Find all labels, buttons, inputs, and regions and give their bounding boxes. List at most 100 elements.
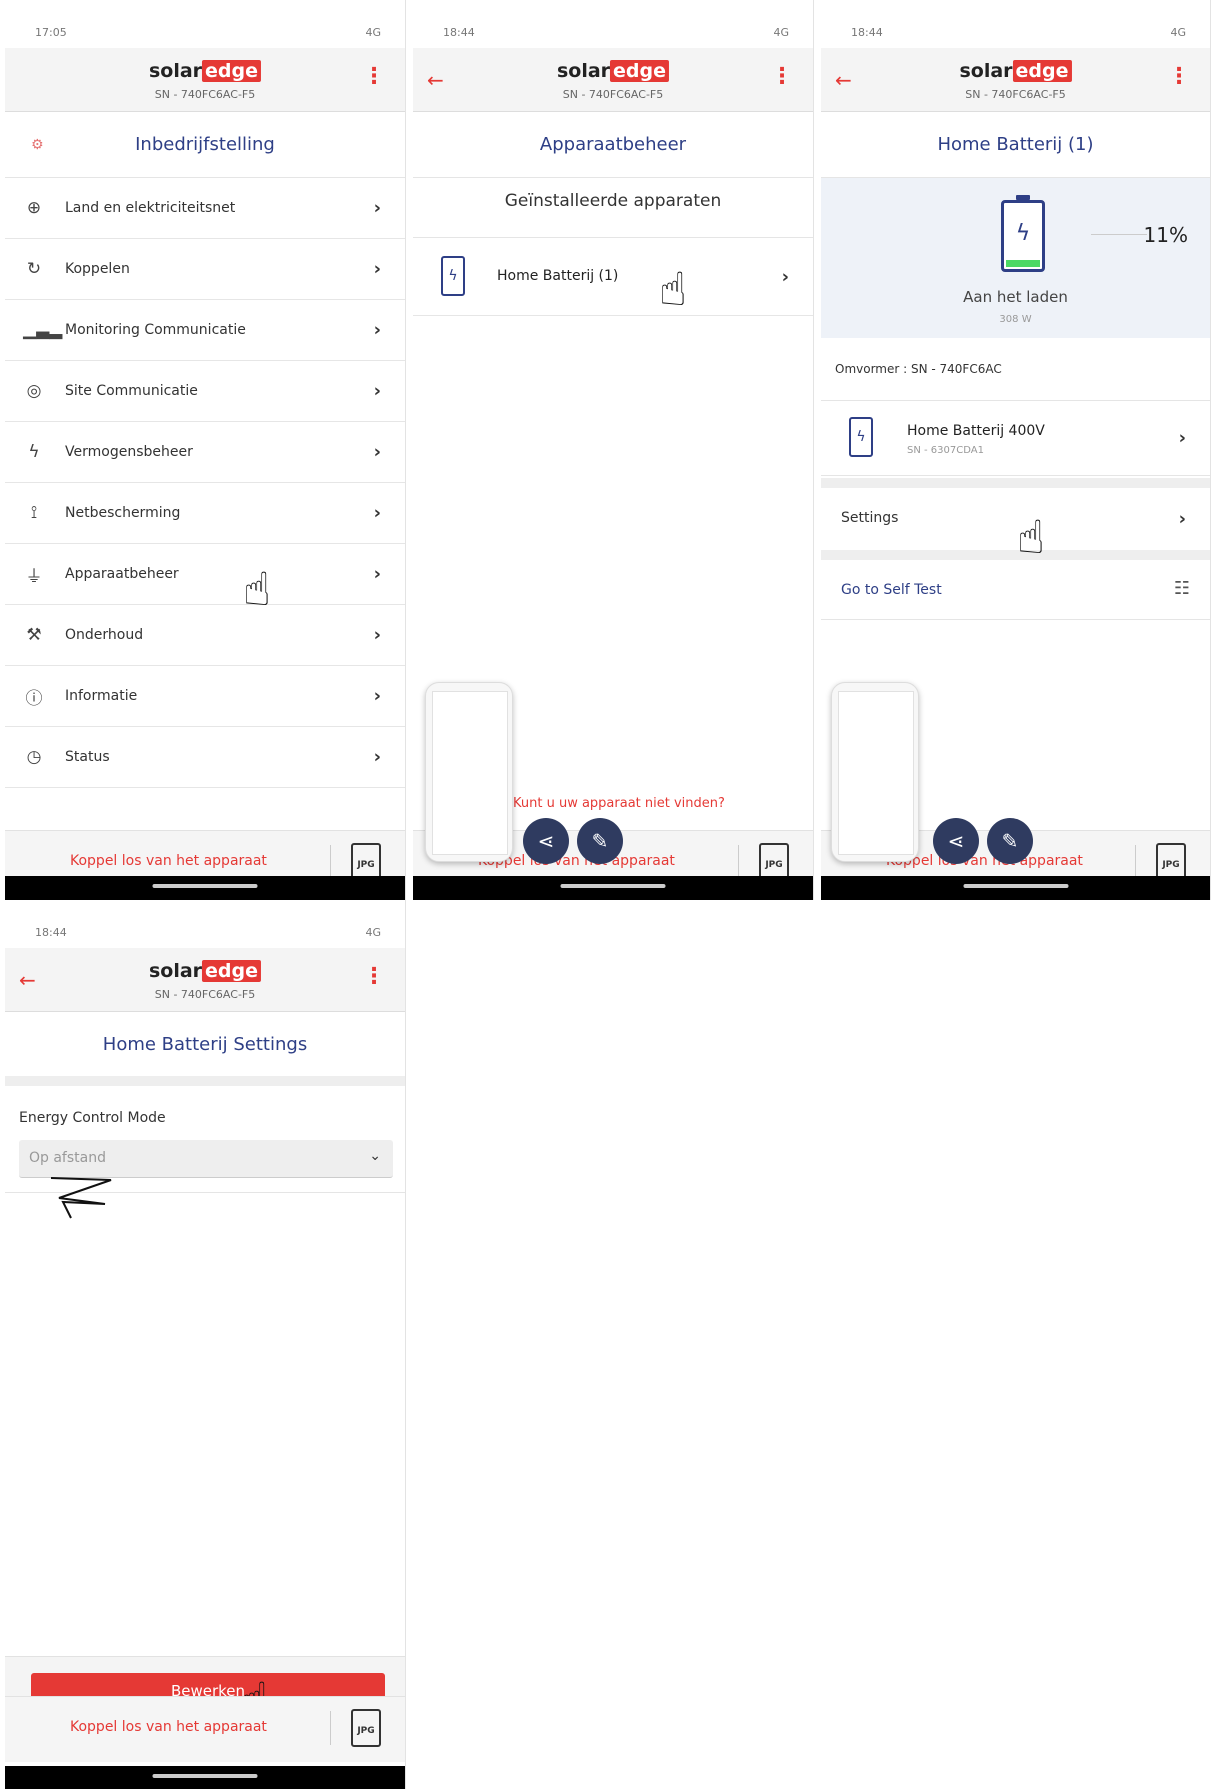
chevron-right-icon: › [373, 502, 381, 524]
device-name: Home Batterij (1) [497, 268, 619, 284]
menu-item-apparaatbeheer[interactable]: ⏚ Apparaatbeheer › [5, 544, 405, 605]
battery-fill [1006, 260, 1040, 267]
share-icon[interactable]: ⋖ [933, 818, 979, 864]
serial-number: SN - 740FC6AC-F5 [965, 88, 1066, 101]
page-title: Home Batterij Settings [5, 1012, 405, 1078]
menu-item-netbescherming[interactable]: ⟟ Netbescherming › [5, 483, 405, 544]
battery-serial: SN - 6307CDA1 [907, 445, 984, 456]
chevron-down-icon: ⌄ [369, 1148, 381, 1164]
jpg-download-icon[interactable]: JPG [351, 1709, 381, 1747]
screen-apparaatbeheer: 18:44 4G ← solar edge SN - 740FC6AC-F5 ⋮ … [413, 0, 814, 900]
edit-pencil-icon[interactable]: ✎ [577, 818, 623, 864]
tap-hand-icon: ☝ [1017, 510, 1046, 564]
menu-item-koppelen[interactable]: ↻ Koppelen › [5, 239, 405, 300]
gear-icon: ⚙ [31, 137, 44, 153]
solaredge-logo: solar edge [557, 60, 670, 82]
page-title: ⚙ Inbedrijfstelling [5, 112, 405, 178]
chevron-right-icon: › [1178, 508, 1186, 530]
battery-level-icon: ϟ [1001, 195, 1045, 272]
status-network: 4G [365, 926, 381, 939]
solaredge-logo: solar edge [959, 60, 1072, 82]
chevron-right-icon: › [373, 746, 381, 768]
screenshot-preview-thumbnail[interactable] [425, 682, 513, 862]
app-bar: solar edge SN - 740FC6AC-F5 ⋮ [5, 48, 405, 112]
menu-item-status[interactable]: ◷ Status › [5, 727, 405, 788]
tap-hand-icon: ☝ [659, 262, 688, 316]
energy-control-mode-label: Energy Control Mode [19, 1110, 166, 1126]
solaredge-logo: solar edge [149, 60, 262, 82]
page-title: Apparaatbeheer [413, 112, 813, 178]
serial-number: SN - 740FC6AC-F5 [154, 988, 256, 1001]
menu-item-vermogensbeheer[interactable]: ϟ Vermogensbeheer › [5, 422, 405, 483]
status-network: 4G [773, 26, 789, 39]
self-test-row[interactable]: Go to Self Test ☷ [821, 560, 1210, 620]
settings-row[interactable]: Settings › [821, 488, 1210, 550]
chevron-right-icon: › [373, 563, 381, 585]
commissioning-menu: ⊕ Land en elektriciteitsnet › ↻ Koppelen › ▁… [5, 178, 405, 788]
status-network: 4G [1170, 26, 1186, 39]
settings-label: Settings [841, 510, 899, 526]
power-tower-icon: ⟟ [30, 503, 38, 523]
disconnect-link[interactable]: Koppel los van het apparaat [70, 1719, 267, 1735]
lightning-icon: ϟ [1015, 221, 1031, 246]
menu-item-site[interactable]: ◎ Site Communicatie › [5, 361, 405, 422]
chevron-right-icon: › [373, 258, 381, 280]
home-indicator[interactable] [152, 1774, 258, 1778]
home-indicator[interactable] [560, 884, 666, 888]
serial-number: SN - 740FC6AC-F5 [154, 88, 256, 101]
footer-bar: Koppel los van het apparaat JPG [5, 1696, 405, 1762]
battery-device-row[interactable]: ϟ Home Batterij 400V SN - 6307CDA1 › [821, 400, 1210, 476]
more-menu-icon[interactable]: ⋮ [1168, 66, 1190, 88]
serial-number: SN - 740FC6AC-F5 [562, 88, 664, 101]
chevron-right-icon: › [1178, 427, 1186, 449]
info-icon: ⓘ [25, 688, 43, 709]
chevron-right-icon: › [373, 624, 381, 646]
screenshot-preview-thumbnail[interactable] [831, 682, 919, 862]
edit-pencil-icon[interactable]: ✎ [987, 818, 1033, 864]
chevron-right-icon: › [373, 319, 381, 341]
menu-item-informatie[interactable]: ⓘ Informatie › [5, 666, 405, 727]
app-bar: ← solar edge SN - 740FC6AC-F5 ⋮ [821, 48, 1210, 112]
gauge-icon: ◷ [26, 747, 42, 767]
solaredge-logo: solar edge [149, 960, 262, 982]
home-indicator[interactable] [152, 884, 258, 888]
status-network: 4G [365, 26, 381, 39]
chevron-right-icon: › [373, 441, 381, 463]
wrench-icon: ⚒ [26, 625, 42, 645]
checklist-icon: ☷ [1173, 578, 1190, 599]
more-menu-icon[interactable]: ⋮ [363, 66, 385, 88]
device-row-home-battery[interactable]: ϟ Home Batterij (1) › [413, 238, 813, 316]
self-test-link: Go to Self Test [841, 582, 942, 598]
location-pin-icon: ◎ [26, 381, 42, 401]
more-menu-icon[interactable]: ⋮ [363, 966, 385, 988]
screen-inbedrijfstelling: 17:05 4G solar edge SN - 740FC6AC-F5 ⋮ ⚙ … [5, 0, 406, 900]
share-icon[interactable]: ⋖ [523, 818, 569, 864]
inverter-serial: Omvormer : SN - 740FC6AC [835, 362, 1002, 376]
nav-bar [5, 876, 405, 900]
battery-status-panel: ϟ 11% Aan het laden 308 W [821, 178, 1210, 338]
handwritten-annotation-mark [50, 1177, 112, 1219]
more-menu-icon[interactable]: ⋮ [771, 66, 793, 88]
charge-state: Aan het laden [963, 288, 1068, 306]
app-bar: ← solar edge SN - 740FC6AC-F5 ⋮ [413, 48, 813, 112]
lightning-icon: ϟ [28, 442, 40, 462]
battery-icon: ϟ [849, 417, 873, 457]
chevron-right-icon: › [373, 380, 381, 402]
battery-icon: ϟ [441, 256, 465, 296]
nav-bar [413, 876, 813, 900]
menu-item-land[interactable]: ⊕ Land en elektriciteitsnet › [5, 178, 405, 239]
menu-item-onderhoud[interactable]: ⚒ Onderhoud › [5, 605, 405, 666]
disconnect-link[interactable]: Koppel los van het apparaat [70, 853, 267, 869]
plug-icon: ⏚ [25, 566, 43, 587]
home-indicator[interactable] [963, 884, 1068, 888]
charge-power: 308 W [999, 314, 1032, 325]
menu-item-monitoring[interactable]: ▁▃▂ Monitoring Communicatie › [5, 300, 405, 361]
nav-bar [5, 1766, 405, 1789]
charge-percent: 11% [1143, 223, 1188, 247]
screen-home-batterij: 18:44 4G ← solar edge SN - 740FC6AC-F5 ⋮ … [821, 0, 1211, 900]
bar-chart-icon: ▁▃▂ [23, 320, 63, 340]
status-time: 18:44 [851, 26, 883, 39]
screen-home-batterij-settings: 18:44 4G ← solar edge SN - 740FC6AC-F5 ⋮ … [5, 900, 406, 1789]
tap-hand-icon: ☝ [243, 562, 272, 616]
page-title: Home Batterij (1) [821, 112, 1210, 178]
